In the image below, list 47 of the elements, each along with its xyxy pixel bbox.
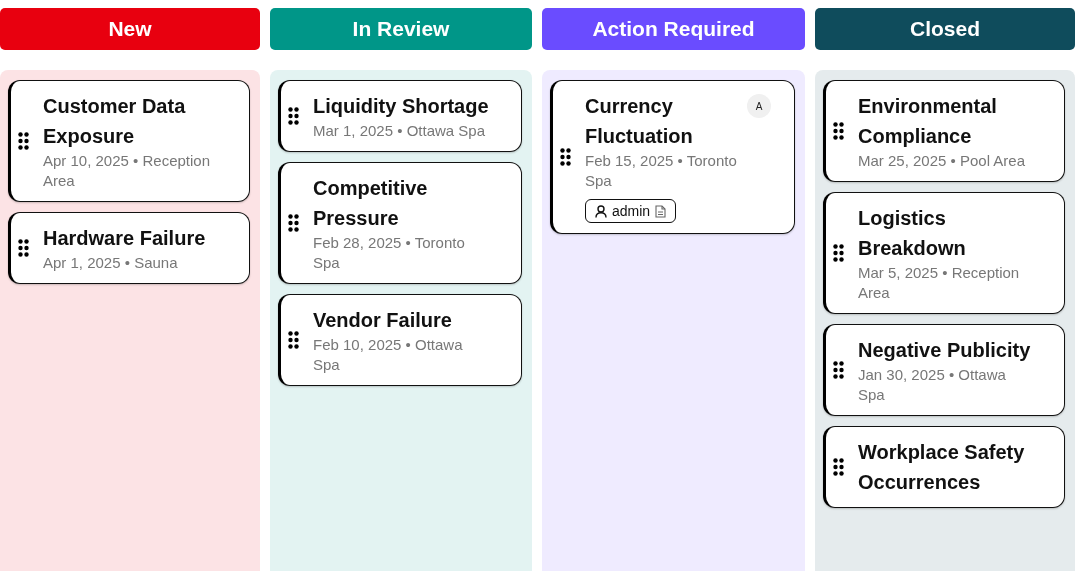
incident-card[interactable]: Hardware Failure Apr 1, 2025 • Sauna [8,212,250,284]
incident-card[interactable]: Negative Publicity Jan 30, 2025 • Ottawa Spa [823,324,1065,416]
drag-handle-icon[interactable] [833,122,844,140]
drag-handle-icon[interactable] [18,132,29,150]
card-meta: Feb 10, 2025 • Ottawa Spa [313,335,464,375]
incident-card[interactable]: Currency Fluctuation A Feb 15, 2025 • Toronto Spa admin [550,80,795,234]
drag-handle-icon[interactable] [833,244,844,262]
card-title: Currency Fluctuation [585,94,694,149]
card-meta: Mar 1, 2025 • Ottawa Spa [313,121,485,141]
card-title: Logistics Breakdown [858,206,967,261]
card-title: Customer Data Exposure [43,94,187,149]
card-meta: Apr 10, 2025 • Reception Area [43,151,212,191]
card-title: Competitive Pressure [313,176,429,231]
drag-handle-icon[interactable] [288,331,299,349]
card-meta: Feb 15, 2025 • Toronto Spa [585,151,738,191]
drag-handle-icon[interactable] [288,214,299,232]
card-title: Environmental Compliance [858,94,998,149]
incident-card[interactable]: Workplace Safety Occurrences [823,426,1065,508]
card-title: Liquidity Shortage [313,94,489,119]
avatar: A [747,94,771,118]
card-title: Workplace Safety Occurrences [858,440,1026,495]
assignee-tag[interactable]: admin [585,199,677,223]
incident-card[interactable]: Vendor Failure Feb 10, 2025 • Ottawa Spa [278,294,522,386]
document-icon [655,204,667,218]
card-meta: Apr 1, 2025 • Sauna [43,253,179,273]
incident-card[interactable]: Competitive Pressure Feb 28, 2025 • Toronto Spa [278,162,522,284]
user-icon [595,204,607,218]
card-title: Hardware Failure [43,226,206,251]
drag-handle-icon[interactable] [833,361,844,379]
column-header: New [0,8,260,50]
card-meta: Mar 25, 2025 • Pool Area [858,151,1027,171]
drag-handle-icon[interactable] [560,148,571,166]
card-meta: Jan 30, 2025 • Ottawa Spa [858,365,1007,405]
drag-handle-icon[interactable] [833,458,844,476]
card-meta: Feb 28, 2025 • Toronto Spa [313,233,466,273]
card-meta: Mar 5, 2025 • Reception Area [858,263,1021,303]
drag-handle-icon[interactable] [288,107,299,125]
incident-card[interactable]: Liquidity Shortage Mar 1, 2025 • Ottawa Spa [278,80,522,152]
incident-card[interactable]: Customer Data Exposure Apr 10, 2025 • Reception Area [8,80,250,202]
card-title: Vendor Failure [313,308,452,333]
column-header: Closed [815,8,1075,50]
column-header: In Review [270,8,532,50]
column-header: Action Required [542,8,805,50]
card-title: Negative Publicity [858,338,1031,363]
incident-card[interactable]: Logistics Breakdown Mar 5, 2025 • Reception Area [823,192,1065,314]
incident-card[interactable]: Environmental Compliance Mar 25, 2025 • Pool Area [823,80,1065,182]
drag-handle-icon[interactable] [18,239,29,257]
